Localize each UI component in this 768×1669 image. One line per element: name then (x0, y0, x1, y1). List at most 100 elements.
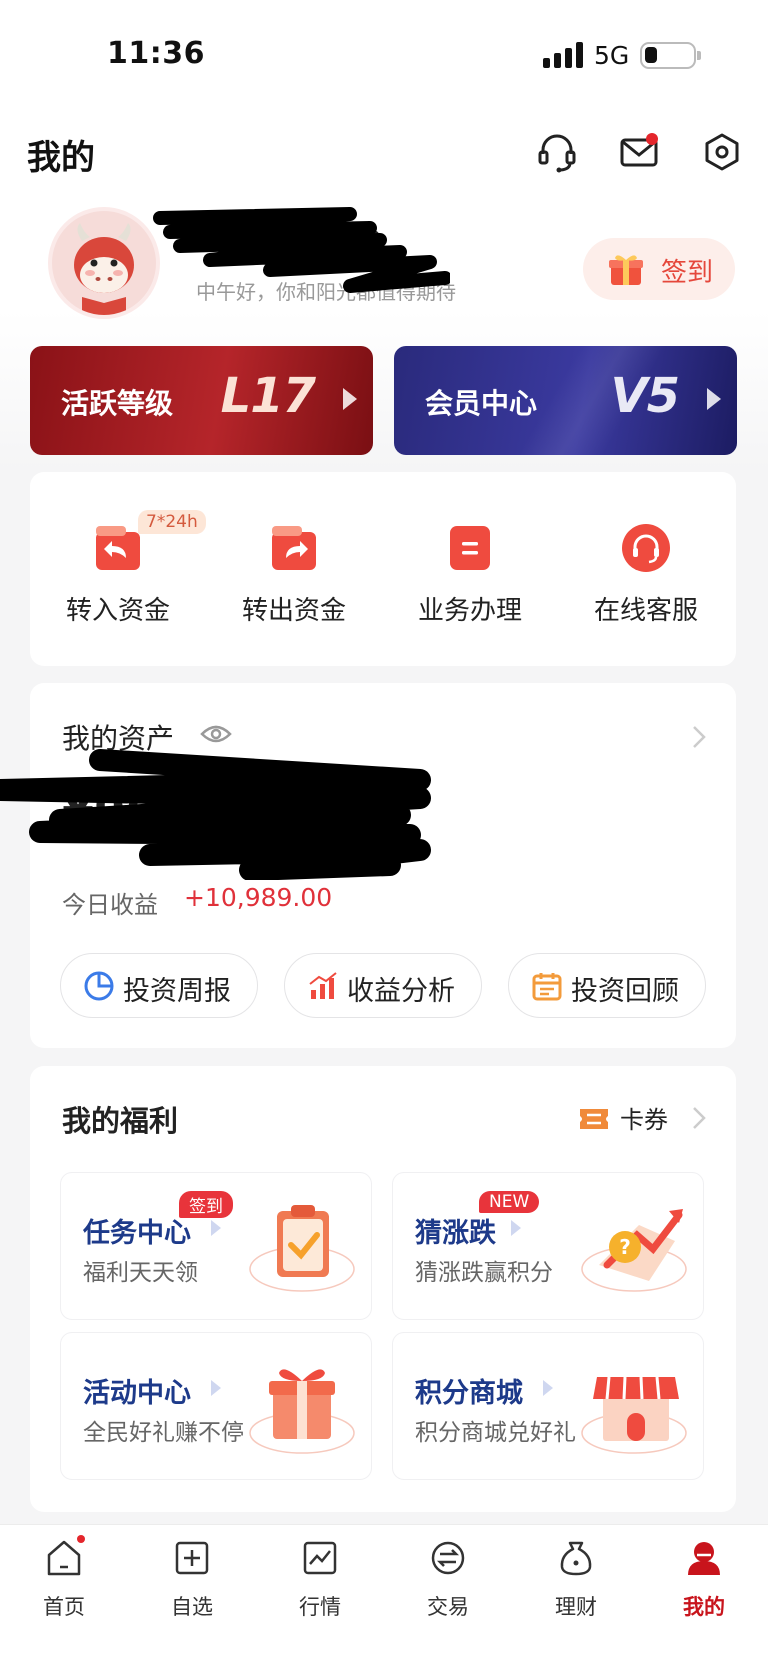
customer-service-icon (622, 524, 670, 572)
tab-market[interactable]: 行情 (256, 1525, 384, 1635)
play-arrow-icon (707, 388, 721, 410)
tile-subtitle: 猜涨跌赢积分 (415, 1260, 553, 1286)
gift-box-icon (249, 1369, 355, 1454)
business-icon (450, 526, 490, 570)
points-mall-tile[interactable]: 积分商城 积分商城兑好礼 (392, 1332, 704, 1480)
shop-icon (581, 1376, 687, 1454)
today-income-label: 今日收益 (62, 891, 158, 919)
tile-badge: NEW (479, 1191, 540, 1213)
tile-subtitle: 全民好礼赚不停 (83, 1420, 244, 1446)
tile-subtitle: 福利天天领 (83, 1260, 198, 1286)
calendar-icon (532, 973, 562, 1001)
investment-review-button[interactable]: 投资回顾 (508, 953, 706, 1018)
play-arrow-icon (211, 1220, 221, 1236)
quick-label: 在线客服 (593, 596, 698, 626)
quick-transfer-in[interactable]: 7*24h 转入资金 (30, 472, 206, 666)
tile-title: 任务中心 (83, 1218, 191, 1249)
activity-level-card[interactable]: 活跃等级 L17 (30, 346, 373, 455)
member-center-label: 会员中心 (425, 387, 538, 420)
play-arrow-icon (511, 1220, 521, 1236)
home-notification-dot (77, 1535, 85, 1543)
tab-label: 自选 (171, 1595, 213, 1619)
chevron-right-icon[interactable] (692, 725, 706, 749)
network-type: 5G (594, 41, 630, 70)
chevron-right-icon[interactable] (692, 1106, 706, 1130)
status-bar: 11:36 5G (0, 0, 768, 110)
nickname: 一叶888888 (196, 224, 383, 262)
coupon-label[interactable]: 卡券 (620, 1100, 668, 1135)
question-chart-icon: ? (581, 1209, 687, 1292)
headset-icon[interactable] (535, 130, 579, 174)
assets-title: 我的资产 (62, 722, 175, 755)
coupon-icon[interactable] (578, 1106, 610, 1132)
tab-wealth[interactable]: 理财 (512, 1525, 640, 1635)
quick-label: 转入资金 (65, 596, 170, 626)
assets-amount: ¥90,000.92 (62, 785, 354, 839)
quick-actions-card: 7*24h 转入资金 转出资金 业务办理 在线客服 (30, 472, 736, 666)
cow-avatar-icon (52, 211, 156, 315)
guess-up-down-tile[interactable]: 猜涨跌 NEW 猜涨跌赢积分 ? (392, 1172, 704, 1320)
tile-subtitle: 积分商城兑好礼 (415, 1420, 576, 1446)
market-chart-icon (303, 1541, 337, 1575)
tile-badge: 签到 (179, 1191, 233, 1218)
today-income-value: +10,989.00 (184, 883, 333, 912)
quick-business[interactable]: 业务办理 (382, 472, 558, 666)
mail-unread-dot (646, 133, 658, 145)
signin-label: 签到 (661, 258, 714, 288)
greeting-motto: 中午好，你和阳光都值得期待 (196, 280, 456, 304)
tab-trade[interactable]: 交易 (384, 1525, 512, 1635)
member-center-card[interactable]: 会员中心 V5 (394, 346, 737, 455)
pill-label: 投资周报 (123, 976, 231, 1007)
tile-title: 活动中心 (83, 1378, 191, 1409)
play-arrow-icon (543, 1380, 553, 1396)
quick-label: 转出资金 (241, 596, 346, 626)
task-center-tile[interactable]: 任务中心 签到 福利天天领 (60, 1172, 372, 1320)
page-title: 我的 (27, 138, 95, 178)
signin-button[interactable]: 签到 (583, 238, 735, 300)
pill-label: 收益分析 (347, 976, 455, 1007)
tab-watchlist[interactable]: 自选 (128, 1525, 256, 1635)
avatar[interactable] (48, 207, 160, 319)
tab-label: 我的 (683, 1595, 725, 1619)
my-welfare-card: 我的福利 卡券 任务中心 签到 福利天天领 猜涨跌 NEW 猜涨跌赢积分 ? 活… (30, 1066, 736, 1512)
welfare-title: 我的福利 (62, 1104, 179, 1138)
status-time: 11:36 (107, 36, 205, 71)
clipboard-check-icon (249, 1205, 355, 1292)
tile-title: 积分商城 (415, 1378, 523, 1409)
member-level-value: V5 (610, 368, 680, 424)
tab-label: 行情 (299, 1595, 341, 1619)
income-analysis-button[interactable]: 收益分析 (284, 953, 482, 1018)
tab-label: 理财 (555, 1595, 597, 1619)
tab-home[interactable]: 首页 (0, 1525, 128, 1635)
pill-label: 投资回顾 (571, 976, 679, 1007)
tile-title: 猜涨跌 (415, 1218, 496, 1249)
settings-icon[interactable] (700, 130, 744, 174)
add-watchlist-icon (175, 1541, 209, 1575)
quick-label: 业务办理 (417, 596, 522, 626)
play-arrow-icon (211, 1380, 221, 1396)
my-assets-card[interactable]: 我的资产 ¥90,000.92 今日收益 +10,989.00 投资周报 收益分… (30, 683, 736, 1048)
battery-icon (640, 42, 701, 69)
transfer-in-icon (96, 526, 140, 570)
bottom-tab-bar: 首页 自选 行情 交易 理财 我的 (0, 1524, 768, 1669)
play-arrow-icon (343, 388, 357, 410)
svg-text:?: ? (619, 1235, 631, 1259)
badge-247: 7*24h (138, 510, 206, 534)
transfer-out-icon (272, 526, 316, 570)
money-bag-icon (560, 1541, 592, 1576)
tab-label: 交易 (427, 1595, 469, 1619)
user-icon (688, 1542, 720, 1575)
bar-chart-icon (309, 972, 337, 999)
tab-mine[interactable]: 我的 (640, 1525, 768, 1635)
activity-center-tile[interactable]: 活动中心 全民好礼赚不停 (60, 1332, 372, 1480)
weekly-report-button[interactable]: 投资周报 (60, 953, 258, 1018)
eye-icon[interactable] (200, 723, 232, 745)
signal-icon (543, 42, 585, 68)
quick-transfer-out[interactable]: 转出资金 (206, 472, 382, 666)
activity-level-value: L17 (220, 368, 316, 424)
home-icon (47, 1540, 81, 1576)
gift-icon (609, 255, 643, 285)
quick-customer-service[interactable]: 在线客服 (558, 472, 734, 666)
tab-label: 首页 (43, 1595, 85, 1619)
activity-level-label: 活跃等级 (61, 387, 174, 420)
